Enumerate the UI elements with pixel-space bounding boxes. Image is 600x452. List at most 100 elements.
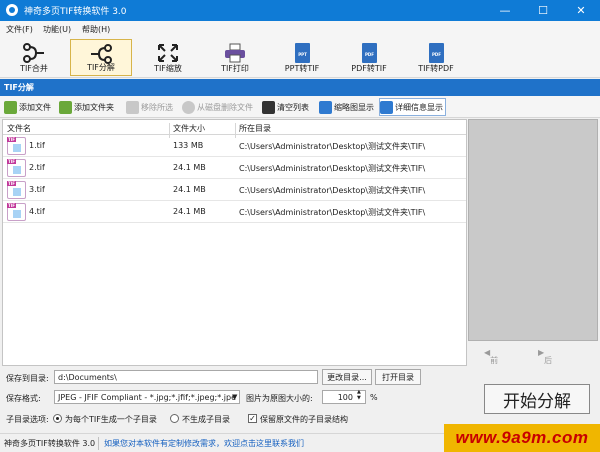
tool-ppt-to-tif[interactable]: PPT PPT转TIF	[271, 39, 333, 76]
file-dir: C:\Users\Administrator\Desktop\测试文件夹\TIF…	[239, 208, 426, 217]
tif-file-icon	[7, 203, 26, 221]
column-filesize[interactable]: 文件大小	[173, 123, 205, 134]
menu-bar: 文件(F) 功能(U) 帮助(H)	[0, 21, 600, 37]
remove-selected-label: 移除所选	[141, 102, 173, 112]
pager: ◀ 前一页 ▶ 后一页	[468, 341, 598, 387]
tool-pdf-to-tif[interactable]: PDF PDF转TIF	[338, 39, 400, 76]
tool-label: PPT转TIF	[284, 64, 320, 73]
file-size: 24.1 MB	[173, 163, 206, 172]
change-dir-button[interactable]: 更改目录...	[322, 369, 372, 385]
add-folder-label: 添加文件夹	[74, 102, 114, 112]
save-dir-input[interactable]: d:\Documents\	[54, 370, 318, 384]
file-list[interactable]: 文件名 文件大小 所在目录 1.tif 133 MB C:\Users\Admi…	[2, 119, 467, 366]
resize-icon	[158, 44, 178, 62]
tool-tif-print[interactable]: TIF打印	[204, 39, 266, 76]
file-dir: C:\Users\Administrator\Desktop\测试文件夹\TIF…	[239, 164, 426, 173]
add-folder-button[interactable]: 添加文件夹	[59, 98, 114, 116]
preview-pane	[468, 119, 598, 341]
pdf-badge: PDF	[432, 52, 441, 57]
file-size: 24.1 MB	[173, 207, 206, 216]
add-file-label: 添加文件	[19, 102, 51, 112]
site-watermark: www.9a9m.com	[444, 424, 600, 452]
subdir-label: 子目录选项:	[6, 415, 49, 424]
table-row[interactable]: 1.tif 133 MB C:\Users\Administrator\Desk…	[3, 135, 466, 157]
menu-function[interactable]: 功能(U)	[43, 24, 71, 35]
radio-subdir-per-tif-label: 为每个TIF生成一个子目录	[65, 415, 157, 424]
table-row[interactable]: 2.tif 24.1 MB C:\Users\Administrator\Des…	[3, 157, 466, 179]
close-button[interactable]: ✕	[562, 0, 600, 21]
tif-file-icon	[7, 159, 26, 177]
file-name: 2.tif	[29, 163, 45, 172]
status-app-name: 神奇多页TIF转换软件 3.0	[4, 439, 96, 448]
thumbnail-view-button[interactable]: 缩略图显示	[319, 98, 374, 116]
main-toolbar: TIF合并 TIF分解 TIF缩放 TIF打印 PPT PPT转TIF PDF …	[0, 37, 600, 78]
contact-link[interactable]: 如果您对本软件有定制修改需求，欢迎点击这里联系我们	[104, 438, 304, 449]
tif-file-icon	[7, 137, 26, 155]
delete-icon	[182, 100, 195, 114]
ppt-badge: PPT	[298, 52, 307, 57]
table-row[interactable]: 4.tif 24.1 MB C:\Users\Administrator\Des…	[3, 201, 466, 223]
start-split-button[interactable]: 开始分解	[484, 384, 590, 414]
trash-icon	[262, 100, 275, 114]
thumbnail-view-label: 缩略图显示	[334, 102, 374, 112]
pdf-file-icon: PDF	[357, 42, 381, 64]
tool-label: TIF缩放	[154, 64, 182, 73]
printer-icon	[225, 43, 245, 63]
radio-no-subdir[interactable]	[170, 414, 179, 423]
keep-structure-checkbox[interactable]: ✓	[248, 414, 257, 423]
ppt-file-icon: PPT	[290, 42, 314, 64]
tool-tif-merge[interactable]: TIF合并	[3, 39, 65, 76]
action-bar: 添加文件 添加文件夹 移除所选 从磁盘删除文件 清空列表 缩略图显示 详细信息显…	[0, 96, 600, 118]
scale-label: 图片为原图大小的:	[246, 394, 313, 403]
file-name: 4.tif	[29, 207, 45, 216]
clear-list-button[interactable]: 清空列表	[262, 98, 309, 116]
remove-selected-button[interactable]: 移除所选	[126, 98, 173, 116]
tool-tif-split[interactable]: TIF分解	[70, 39, 132, 76]
dropdown-arrow-icon[interactable]: ▼	[232, 393, 237, 401]
table-row[interactable]: 3.tif 24.1 MB C:\Users\Administrator\Des…	[3, 179, 466, 201]
tool-label: TIF合并	[20, 64, 48, 73]
add-file-icon	[4, 100, 17, 114]
tool-tif-scale[interactable]: TIF缩放	[137, 39, 199, 76]
title-bar: 神奇多页TIF转换软件 3.0 — ☐ ✕	[0, 0, 600, 21]
radio-subdir-per-tif[interactable]	[53, 414, 62, 423]
column-filename[interactable]: 文件名	[7, 123, 31, 134]
clear-list-label: 清空列表	[277, 102, 309, 112]
file-dir: C:\Users\Administrator\Desktop\测试文件夹\TIF…	[239, 186, 426, 195]
list-view-icon	[380, 100, 393, 114]
file-size: 24.1 MB	[173, 185, 206, 194]
format-label: 保存格式:	[6, 394, 41, 403]
maximize-button[interactable]: ☐	[524, 0, 562, 21]
next-page-button[interactable]: ▶ 后一页	[538, 348, 552, 387]
format-select-value: JPEG - JFIF Compliant - *.jpg;*.jfif;*.j…	[58, 393, 236, 402]
menu-file[interactable]: 文件(F)	[6, 24, 33, 35]
open-dir-button[interactable]: 打开目录	[375, 369, 421, 385]
section-title: TIF分解	[0, 79, 600, 96]
merge-icon	[23, 43, 44, 63]
detail-view-label: 详细信息显示	[395, 102, 443, 112]
remove-icon	[126, 100, 139, 114]
column-directory[interactable]: 所在目录	[239, 123, 271, 134]
format-select[interactable]: JPEG - JFIF Compliant - *.jpg;*.jfif;*.j…	[54, 390, 240, 404]
pdf-file-icon: PDF	[424, 42, 448, 64]
scale-stepper[interactable]: ▲ ▼	[357, 389, 361, 401]
add-file-button[interactable]: 添加文件	[4, 98, 51, 116]
minimize-button[interactable]: —	[486, 0, 524, 21]
tool-label: TIF打印	[221, 64, 249, 73]
pdf-badge: PDF	[365, 52, 374, 57]
delete-from-disk-button[interactable]: 从磁盘删除文件	[182, 98, 253, 116]
tool-label: TIF分解	[87, 63, 115, 72]
status-divider	[98, 437, 99, 450]
file-name: 3.tif	[29, 185, 45, 194]
delete-from-disk-label: 从磁盘删除文件	[197, 102, 253, 112]
keep-structure-label: 保留原文件的子目录结构	[260, 415, 348, 424]
tool-label: PDF转TIF	[351, 64, 387, 73]
app-logo-icon	[6, 4, 18, 16]
menu-help[interactable]: 帮助(H)	[82, 24, 110, 35]
tool-tif-to-pdf[interactable]: PDF TIF转PDF	[405, 39, 467, 76]
detail-view-button[interactable]: 详细信息显示	[379, 98, 446, 116]
file-name: 1.tif	[29, 141, 45, 150]
tool-label: TIF转PDF	[418, 64, 454, 73]
grid-view-icon	[319, 100, 332, 114]
prev-page-button[interactable]: ◀ 前一页	[484, 348, 498, 387]
